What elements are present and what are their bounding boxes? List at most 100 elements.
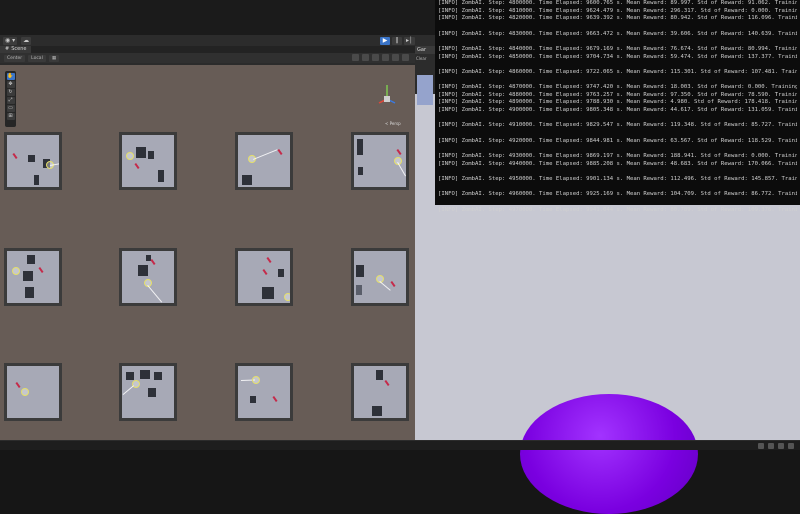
obstacle-cube — [34, 175, 39, 185]
training-arena[interactable] — [4, 132, 62, 190]
console-line: [INFO] ZombAI. Step: 4940000. Time Elaps… — [438, 160, 797, 167]
arena-floor — [238, 251, 290, 303]
scene-view-options — [352, 54, 409, 61]
console-line: [INFO] ZombAI. Step: 4800000. Time Elaps… — [438, 0, 797, 6]
sensor-ray — [379, 281, 391, 291]
console-line: [INFO] ZombAI. Step: 4930000. Time Elaps… — [438, 153, 797, 160]
agent-sphere-closeup — [520, 394, 698, 514]
obstacle-cube — [148, 151, 154, 159]
clear-label[interactable]: Clear — [415, 54, 435, 61]
pivot-center-dropdown[interactable]: Center — [4, 54, 26, 62]
console-line: [INFO] ZombAI. Step: 4850000. Time Elaps… — [438, 53, 797, 60]
cloud-icon[interactable]: ☁ — [21, 36, 32, 45]
scrollbar-thumb[interactable] — [417, 75, 433, 105]
obstacle-cube — [27, 255, 35, 264]
obstacle-cube — [148, 388, 156, 397]
grid-icon[interactable]: ▦ — [48, 54, 60, 62]
play-controls: ▶ ‖ ▸│ — [380, 36, 415, 45]
account-dropdown[interactable]: ◉ ▾ — [3, 36, 18, 45]
tab-scene[interactable]: # Scene — [0, 46, 32, 53]
effects-icon[interactable] — [392, 54, 399, 61]
obstacle-cube — [242, 175, 252, 185]
training-arena[interactable] — [119, 248, 177, 306]
zombie — [390, 280, 396, 288]
training-arena[interactable] — [235, 363, 293, 421]
training-arena[interactable] — [119, 363, 177, 421]
audio-icon[interactable] — [382, 54, 389, 61]
arena-floor — [7, 366, 59, 418]
console-line: [INFO] ZombAI. Step: 4860000. Time Elaps… — [438, 68, 797, 75]
arena-floor — [122, 251, 174, 303]
step-button[interactable]: ▸│ — [404, 36, 415, 45]
orientation-gizmo-icon[interactable] — [376, 79, 398, 119]
sensor-ray — [122, 385, 134, 395]
notification-icon[interactable] — [758, 443, 764, 449]
network-icon[interactable] — [768, 443, 774, 449]
agent-sphere — [12, 267, 20, 275]
move-tool-icon[interactable]: ✥ — [6, 81, 15, 88]
zombie — [272, 395, 278, 403]
2d-toggle-icon[interactable] — [362, 54, 369, 61]
training-arena[interactable] — [4, 363, 62, 421]
zombie — [134, 162, 140, 170]
arena-floor — [354, 366, 406, 418]
console-line: [INFO] ZombAI. Step: 4890000. Time Elaps… — [438, 99, 797, 106]
gizmos-icon[interactable] — [402, 54, 409, 61]
arena-floor — [238, 366, 290, 418]
tools-overlay: ✋ ✥ ↻ ⤢ ▭ ⊞ — [5, 71, 16, 127]
persp-label[interactable]: < Persp — [385, 121, 401, 126]
zombie — [277, 148, 283, 156]
obstacle-cube — [158, 170, 164, 182]
arena-floor — [238, 135, 290, 187]
game-side-panel: Clear — [415, 54, 435, 105]
agent-sphere — [21, 388, 29, 396]
obstacle-cube — [250, 396, 256, 403]
training-arena[interactable] — [351, 132, 409, 190]
training-arena[interactable] — [4, 248, 62, 306]
transform-tool-icon[interactable]: ⊞ — [6, 113, 15, 120]
rect-tool-icon[interactable]: ▭ — [6, 105, 15, 112]
zombie — [12, 152, 18, 160]
lighting-icon[interactable] — [372, 54, 379, 61]
status-bar — [0, 440, 800, 450]
zombie — [266, 256, 272, 264]
obstacle-cube — [358, 167, 363, 175]
zombie — [150, 258, 156, 266]
pivot-local-dropdown[interactable]: Local — [28, 54, 46, 62]
obstacle-cube — [356, 285, 362, 295]
zombie — [38, 266, 44, 274]
training-arena[interactable] — [119, 132, 177, 190]
training-arena[interactable] — [235, 132, 293, 190]
scale-tool-icon[interactable]: ⤢ — [6, 97, 15, 104]
scene-subtoolbar: Center Local ▦ — [0, 53, 415, 63]
scene-viewport[interactable]: ✋ ✥ ↻ ⤢ ▭ ⊞ < Persp — [0, 65, 415, 440]
rotate-tool-icon[interactable]: ↻ — [6, 89, 15, 96]
pause-button[interactable]: ‖ — [392, 36, 402, 45]
arena-floor — [354, 251, 406, 303]
debug-icon[interactable] — [778, 443, 784, 449]
zombie — [384, 379, 390, 387]
obstacle-cube — [23, 271, 33, 281]
hand-tool-icon[interactable]: ✋ — [6, 73, 15, 80]
tab-scene-label: Scene — [11, 46, 27, 52]
top-strip — [0, 0, 435, 35]
console-line: [INFO] ZombAI. Step: 4910000. Time Elaps… — [438, 122, 797, 129]
training-arena[interactable] — [351, 363, 409, 421]
training-arena[interactable] — [235, 248, 293, 306]
obstacle-cube — [278, 269, 284, 277]
training-arena[interactable] — [351, 248, 409, 306]
agent-sphere — [284, 293, 290, 301]
console-line: [INFO] ZombAI. Step: 4900000. Time Elaps… — [438, 107, 797, 114]
play-button[interactable]: ▶ — [380, 36, 390, 45]
layout-icon[interactable] — [788, 443, 794, 449]
draw-mode-icon[interactable] — [352, 54, 359, 61]
obstacle-cube — [372, 406, 382, 416]
hashtag-icon: # — [5, 46, 10, 52]
sensor-ray — [253, 149, 278, 160]
tab-game[interactable]: Gar — [415, 46, 435, 54]
agent-sphere — [252, 376, 260, 384]
